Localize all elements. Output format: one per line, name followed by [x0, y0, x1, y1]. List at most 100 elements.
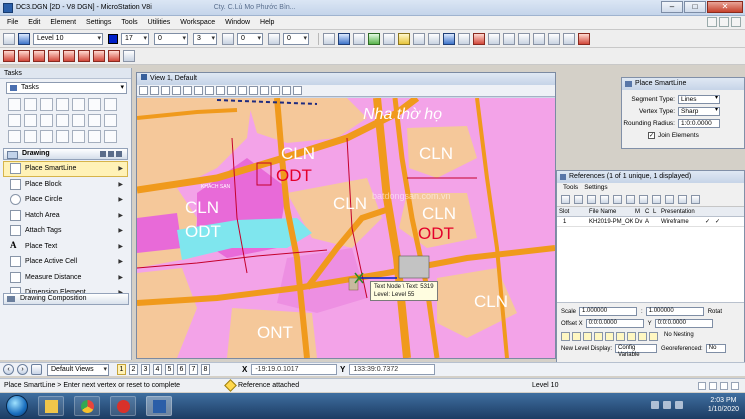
save-status-icon[interactable] — [731, 382, 739, 390]
saved-views-select[interactable]: Default Views — [47, 363, 109, 376]
start-button-icon[interactable] — [6, 395, 28, 417]
scale-ref-input[interactable]: 1.000000 — [645, 307, 704, 316]
tool-hatch-area[interactable]: Hatch Area ▶ — [3, 208, 128, 224]
array-icon[interactable] — [88, 129, 101, 143]
tool-place-active-cell[interactable]: Place Active Cell ▶ — [3, 254, 128, 270]
taskbar-explorer-icon[interactable] — [38, 396, 64, 416]
measure-icon[interactable] — [413, 32, 425, 45]
tool-place-circle[interactable]: Place Circle ▶ — [3, 192, 128, 208]
taskbar-chrome-icon[interactable] — [74, 396, 100, 416]
drawing-section-header[interactable]: Drawing — [3, 148, 128, 160]
menu-settings[interactable]: Settings — [81, 19, 116, 26]
forward-icon[interactable]: › — [17, 364, 28, 375]
smartline-icon[interactable] — [24, 97, 37, 111]
col-file-name[interactable]: File Name — [587, 207, 633, 216]
offset-y-input[interactable]: 0:0:0.0000 — [654, 319, 713, 328]
snap-reference-icon[interactable] — [572, 331, 581, 341]
clip-mask-icon[interactable] — [271, 86, 280, 95]
x-value-field[interactable]: -19:19.0.1017 — [251, 364, 338, 375]
group-icon[interactable] — [104, 129, 117, 143]
pan-view-icon[interactable] — [227, 86, 236, 95]
tool-place-text[interactable]: A Place Text ▶ — [3, 239, 128, 255]
segment-type-select[interactable]: Lines — [678, 95, 720, 104]
clip-mask-reference-icon[interactable] — [665, 195, 674, 204]
view-toggle-1[interactable]: 1 — [117, 364, 126, 375]
tool-measure-distance[interactable]: Measure Distance ▶ — [3, 270, 128, 286]
list-view-icon[interactable] — [108, 151, 114, 157]
view-toggle-4[interactable]: 4 — [153, 364, 162, 375]
zoom-in-icon[interactable] — [172, 86, 181, 95]
analyze-icon[interactable] — [428, 32, 440, 45]
detach-reference-icon[interactable] — [574, 195, 583, 204]
col-c[interactable]: C — [643, 207, 651, 216]
nesting-depth-icon[interactable] — [638, 331, 647, 341]
maximize-button[interactable]: □ — [684, 1, 706, 13]
taskbar-microstation-icon[interactable] — [146, 396, 172, 416]
trim-icon[interactable] — [40, 113, 53, 127]
break-icon[interactable] — [72, 113, 85, 127]
row-check-icon[interactable]: ✓ — [713, 217, 723, 226]
camera-icon[interactable] — [282, 86, 291, 95]
minimize-button[interactable]: – — [661, 1, 683, 13]
copy-element-icon[interactable] — [72, 97, 85, 111]
taskbar-clock[interactable]: 2:03 PM 1/10/2020 — [708, 396, 739, 414]
task-list-select[interactable]: Tasks — [6, 82, 127, 94]
view-toggle-2[interactable]: 2 — [129, 364, 138, 375]
cell-icon[interactable] — [24, 129, 37, 143]
drawing-composition-section[interactable]: Drawing Composition — [3, 293, 129, 305]
menu-utilities[interactable]: Utilities — [143, 19, 176, 26]
level-manager-icon[interactable] — [18, 32, 30, 45]
models-icon[interactable] — [93, 50, 105, 62]
menu-workspace[interactable]: Workspace — [175, 19, 220, 26]
menu-element[interactable]: Element — [45, 19, 81, 26]
cut-icon[interactable] — [518, 32, 530, 45]
measure-tool-icon[interactable] — [72, 129, 85, 143]
offset-x-input[interactable]: 0:0:0.0000 — [585, 319, 644, 328]
rotate-icon[interactable] — [88, 97, 101, 111]
delete-element-icon[interactable] — [473, 32, 485, 45]
row-check-icon[interactable]: ✓ — [703, 217, 713, 226]
new-file-icon[interactable] — [3, 50, 15, 62]
menu-window[interactable]: Window — [220, 19, 255, 26]
dimension-icon[interactable] — [40, 129, 53, 143]
zoom-out-icon[interactable] — [183, 86, 192, 95]
rotate-reference-icon[interactable] — [626, 195, 635, 204]
info-icon[interactable] — [443, 32, 455, 45]
rounding-radius-input[interactable]: 1:0:0.0000 — [678, 119, 720, 128]
design-file-icon[interactable] — [720, 382, 728, 390]
view-rotation-icon[interactable] — [293, 86, 302, 95]
locate-icon[interactable] — [583, 331, 592, 341]
clip-volume-icon[interactable] — [260, 86, 269, 95]
scale-icon[interactable] — [104, 97, 117, 111]
nesting-select[interactable]: No Nesting — [660, 331, 694, 341]
mdi-restore-icon[interactable] — [719, 17, 729, 27]
col-flag[interactable] — [573, 207, 587, 216]
view-toggle-8[interactable]: 8 — [201, 364, 210, 375]
window-area-icon[interactable] — [194, 86, 203, 95]
select-element-icon[interactable] — [8, 97, 21, 111]
table-row[interactable]: 1 KH2019-PM_OK... Dv A Wireframe ✓ ✓ — [557, 217, 744, 227]
active-color-swatch[interactable] — [108, 33, 118, 44]
fence-icon[interactable] — [40, 97, 53, 111]
tray-flag-icon[interactable] — [651, 401, 659, 409]
mdi-minimize-icon[interactable] — [707, 17, 717, 27]
snap-icon[interactable] — [368, 32, 380, 45]
raster-icon[interactable] — [627, 331, 636, 341]
locks-icon[interactable] — [383, 32, 395, 45]
edit-tools-icon[interactable] — [353, 32, 365, 45]
level-override-icon[interactable] — [616, 331, 625, 341]
raster-icon[interactable] — [398, 32, 410, 45]
references-menu-tools[interactable]: Tools — [563, 183, 578, 193]
active-level-select[interactable]: Level 10 — [33, 32, 103, 45]
clip-delete-icon[interactable] — [678, 195, 687, 204]
y-value-field[interactable]: 133:39:0.7372 — [349, 364, 436, 375]
true-scale-icon[interactable] — [594, 331, 603, 341]
new-level-display-select[interactable]: Config Variable — [615, 344, 658, 358]
paste-icon[interactable] — [548, 32, 560, 45]
rotate-view-icon[interactable] — [216, 86, 225, 95]
copy-icon[interactable] — [533, 32, 545, 45]
snap-mode-icon[interactable] — [698, 382, 706, 390]
view-previous-icon[interactable] — [238, 86, 247, 95]
join-elements-checkbox[interactable]: ✓ — [648, 132, 655, 139]
reference-icon[interactable] — [63, 50, 75, 62]
